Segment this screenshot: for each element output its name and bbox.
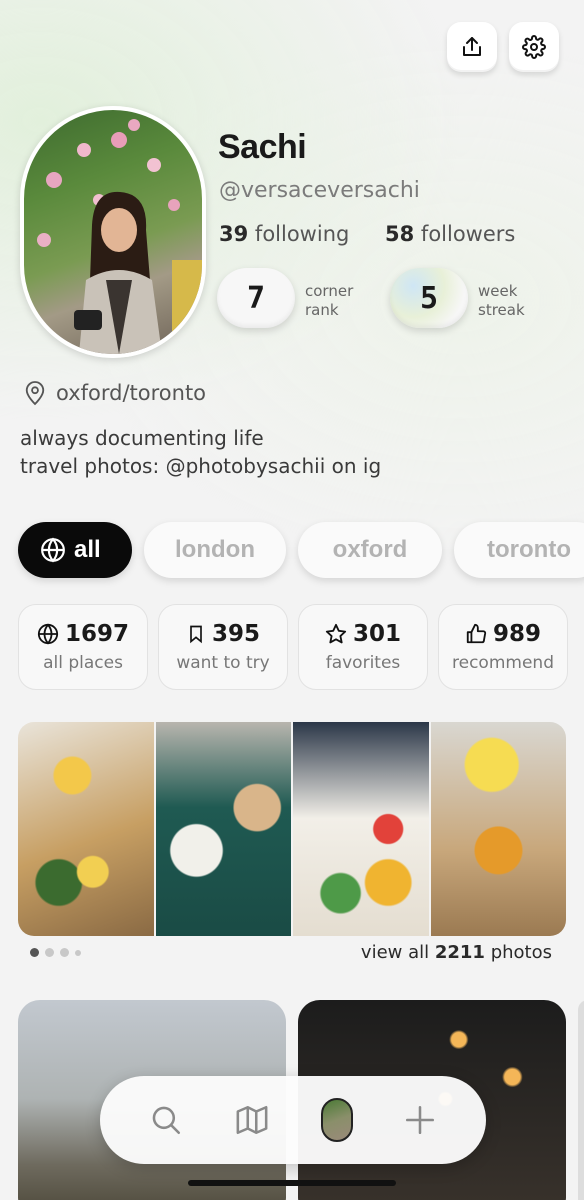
photo-thumbnail[interactable] bbox=[18, 722, 154, 936]
star-icon bbox=[325, 623, 347, 644]
stat-want-to-try[interactable]: 395 want to try bbox=[158, 604, 288, 690]
stat-recommend[interactable]: 989 recommend bbox=[438, 604, 568, 690]
page-dot bbox=[30, 948, 39, 957]
chip-london[interactable]: london bbox=[144, 522, 286, 578]
profile-name: Sachi bbox=[218, 128, 307, 166]
followers-label: followers bbox=[420, 222, 516, 246]
photo-thumbnail[interactable] bbox=[155, 722, 291, 936]
page-dot bbox=[60, 948, 69, 957]
avatar-photo bbox=[37, 119, 202, 354]
location-text: oxford/toronto bbox=[56, 381, 207, 405]
stats-row: 1697 all places 395 want to try 301 favo… bbox=[18, 604, 568, 690]
location-pin-icon bbox=[25, 381, 45, 406]
globe-icon bbox=[41, 537, 65, 563]
chip-toronto[interactable]: toronto bbox=[454, 522, 584, 578]
profile-avatar[interactable] bbox=[20, 106, 206, 358]
settings-button[interactable] bbox=[509, 22, 559, 72]
view-all-photos-link[interactable]: view all 2211 photos bbox=[361, 942, 552, 963]
bio-line-2: travel photos: @photobysachii on ig bbox=[20, 454, 382, 478]
stat-favorites[interactable]: 301 favorites bbox=[298, 604, 428, 690]
photo-thumbnail[interactable] bbox=[293, 722, 429, 936]
following-label: following bbox=[254, 222, 350, 246]
page-dot bbox=[75, 949, 81, 956]
photo-carousel[interactable] bbox=[18, 722, 566, 936]
followers-count: 58 bbox=[385, 222, 415, 246]
thumbs-up-icon bbox=[466, 623, 487, 644]
bio-line-1: always documenting life bbox=[20, 426, 264, 450]
photo-thumbnail[interactable] bbox=[430, 722, 566, 936]
profile-location: oxford/toronto bbox=[24, 380, 206, 406]
profile-bio: always documenting life travel photos: @… bbox=[20, 424, 381, 480]
followers-link[interactable]: 58 followers bbox=[385, 222, 515, 246]
city-filter-chips: all london oxford toronto bbox=[18, 522, 584, 578]
stat-all-places[interactable]: 1697 all places bbox=[18, 604, 148, 690]
bookmark-icon bbox=[190, 625, 202, 644]
bottom-nav bbox=[100, 1076, 486, 1164]
chip-oxford[interactable]: oxford bbox=[298, 522, 442, 578]
page-dot bbox=[45, 948, 54, 957]
carousel-pagination bbox=[30, 948, 81, 957]
share-icon bbox=[463, 37, 481, 56]
corner-rank-label: corner rank bbox=[305, 282, 354, 319]
map-icon[interactable] bbox=[233, 1103, 271, 1137]
following-count: 39 bbox=[219, 222, 249, 246]
plus-icon[interactable] bbox=[403, 1103, 437, 1137]
gear-icon bbox=[522, 35, 546, 59]
search-icon[interactable] bbox=[149, 1103, 183, 1137]
following-link[interactable]: 39 following bbox=[219, 222, 349, 246]
week-streak-label: week streak bbox=[478, 282, 525, 319]
globe-icon bbox=[37, 623, 59, 645]
place-card[interactable] bbox=[578, 1000, 584, 1200]
week-streak-badge[interactable]: 5 bbox=[390, 268, 468, 328]
profile-tab-avatar[interactable] bbox=[321, 1098, 353, 1142]
profile-handle: @versaceversachi bbox=[219, 178, 420, 203]
home-indicator bbox=[188, 1180, 396, 1186]
share-button[interactable] bbox=[447, 22, 497, 72]
chip-all[interactable]: all bbox=[18, 522, 132, 578]
corner-rank-badge[interactable]: 7 bbox=[217, 268, 295, 328]
